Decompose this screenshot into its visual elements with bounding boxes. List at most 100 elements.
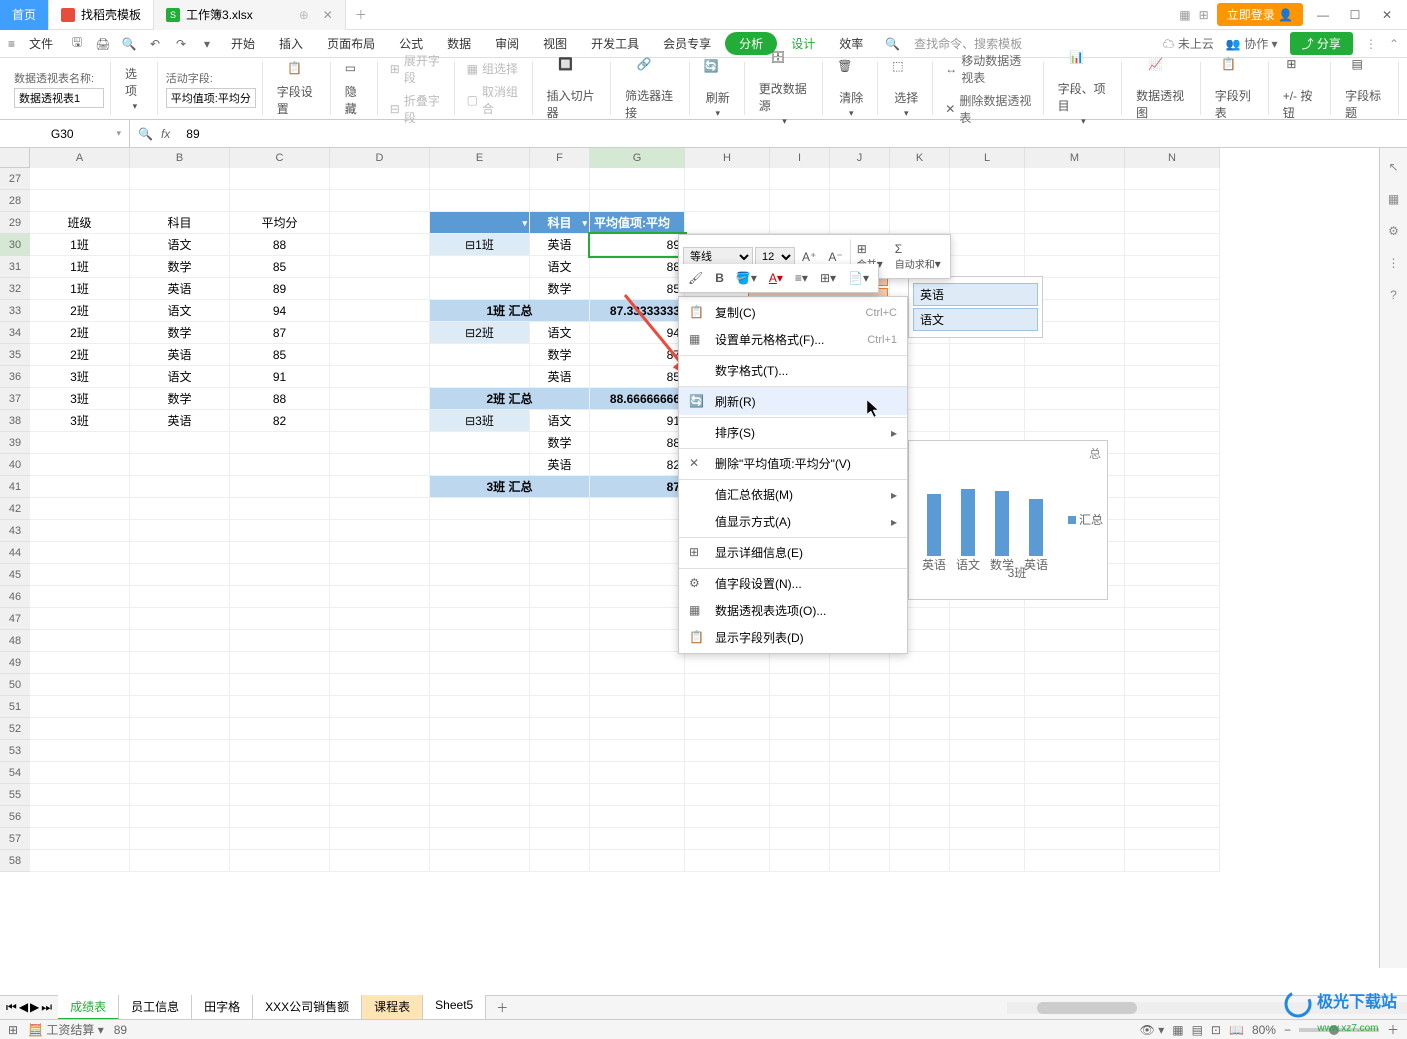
tab-member[interactable]: 会员专享 xyxy=(653,32,721,55)
row-header[interactable]: 41 xyxy=(0,476,30,498)
cell[interactable]: 88 xyxy=(230,388,330,410)
cell[interactable]: 88 xyxy=(230,234,330,256)
clear-button[interactable]: 🗑清除▾ xyxy=(831,57,871,121)
collapse-ribbon-icon[interactable]: ⌃ xyxy=(1389,37,1399,51)
cell[interactable]: 3班 xyxy=(30,410,130,432)
pivot-cell[interactable]: 平均值项:平均 xyxy=(590,212,685,234)
next-sheet-icon[interactable]: ▶ xyxy=(30,1000,39,1015)
row-header[interactable]: 55 xyxy=(0,784,30,806)
row-header[interactable]: 56 xyxy=(0,806,30,828)
ctx-item[interactable]: ⚙值字段设置(N)... xyxy=(679,568,907,597)
select-button[interactable]: ⬚选择▾ xyxy=(886,57,926,121)
pivot-cell[interactable]: 英语 xyxy=(530,366,590,388)
dropdown-icon[interactable]: ▾ xyxy=(116,128,121,139)
save-icon[interactable]: 🖫 xyxy=(67,34,87,54)
slicer-item[interactable]: 语文 xyxy=(913,308,1038,331)
pivot-cell[interactable]: 94 xyxy=(590,322,685,344)
row-header[interactable]: 53 xyxy=(0,740,30,762)
cell[interactable]: 数学 xyxy=(130,322,230,344)
maximize-button[interactable]: ☐ xyxy=(1343,8,1367,22)
first-sheet-icon[interactable]: ⏮ xyxy=(6,1000,17,1015)
sheet-tab[interactable]: 员工信息 xyxy=(119,995,192,1020)
ctx-item[interactable]: 值显示方式(A)▸ xyxy=(679,508,907,535)
cell[interactable]: 数学 xyxy=(130,388,230,410)
font-color-icon[interactable]: A▾ xyxy=(764,268,788,288)
pivot-cell[interactable]: 语文 xyxy=(530,256,590,278)
pivot-cell[interactable]: 数学 xyxy=(530,278,590,300)
file-menu[interactable]: 文件 xyxy=(19,32,63,55)
row-header[interactable]: 27 xyxy=(0,168,30,190)
change-source-button[interactable]: 🗄更改数据源▾ xyxy=(753,48,817,129)
pivot-cell[interactable]: 85 xyxy=(590,366,685,388)
cell[interactable]: 科目 xyxy=(130,212,230,234)
ctx-item[interactable]: ⊞显示详细信息(E) xyxy=(679,537,907,566)
row-header[interactable]: 52 xyxy=(0,718,30,740)
eye-icon[interactable]: 👁 ▾ xyxy=(1140,1023,1165,1037)
ctx-item[interactable]: 数字格式(T)... xyxy=(679,355,907,384)
col-header[interactable]: C xyxy=(230,148,330,168)
preview-icon[interactable]: 🔍 xyxy=(119,34,139,54)
filter-dropdown-icon[interactable]: ▾ xyxy=(582,212,587,234)
print-icon[interactable]: 🖨 xyxy=(93,34,113,54)
col-header[interactable]: H xyxy=(685,148,770,168)
formula-input[interactable]: 89 xyxy=(178,127,1407,141)
row-header[interactable]: 37 xyxy=(0,388,30,410)
slicer-button[interactable]: 🔲插入切片器 xyxy=(541,55,605,123)
properties-icon[interactable]: ⚙ xyxy=(1388,224,1399,238)
pivot-cell[interactable]: 88 xyxy=(590,256,685,278)
fx-icon[interactable]: fx xyxy=(161,127,170,141)
cell[interactable]: 2班 xyxy=(30,300,130,322)
cell[interactable]: 94 xyxy=(230,300,330,322)
field-settings-button[interactable]: 📋字段设置 xyxy=(271,59,324,119)
refresh-button[interactable]: 🔄刷新▾ xyxy=(698,57,738,121)
pivot-cell[interactable]: 88.66666666 xyxy=(590,388,685,410)
zoom-icon[interactable]: 🔍 xyxy=(138,127,153,141)
ctx-item[interactable]: 📋显示字段列表(D) xyxy=(679,624,907,651)
tab-start[interactable]: 开始 xyxy=(221,32,265,55)
tab-layout[interactable]: 页面布局 xyxy=(317,32,385,55)
redo-icon[interactable]: ↷ xyxy=(171,34,191,54)
tab-home[interactable]: 首页 xyxy=(0,0,49,30)
cell[interactable]: 85 xyxy=(230,344,330,366)
pivot-cell[interactable]: 英语 xyxy=(530,454,590,476)
add-sheet-button[interactable]: ＋ xyxy=(486,999,518,1016)
grid-layout-icon[interactable]: ▦ xyxy=(1179,8,1190,22)
name-box-input[interactable] xyxy=(8,127,116,141)
row-header[interactable]: 31 xyxy=(0,256,30,278)
cell[interactable]: 89 xyxy=(230,278,330,300)
row-header[interactable]: 34 xyxy=(0,322,30,344)
col-header[interactable]: B xyxy=(130,148,230,168)
align-icon[interactable]: ≡▾ xyxy=(790,268,813,288)
pane-icon[interactable]: ⊞ xyxy=(8,1023,18,1037)
col-header[interactable]: K xyxy=(890,148,950,168)
sheet-tab[interactable]: XXX公司销售额 xyxy=(253,995,362,1020)
row-header[interactable]: 57 xyxy=(0,828,30,850)
sheet-tab[interactable]: Sheet5 xyxy=(423,995,486,1020)
view-page-icon[interactable]: ▤ xyxy=(1192,1023,1203,1037)
pivot-cell[interactable]: 英语 xyxy=(530,234,590,256)
insert-icon[interactable]: 📄▾ xyxy=(843,268,874,288)
add-tab-button[interactable]: ＋ xyxy=(346,6,376,23)
hide-button[interactable]: ▭隐藏 xyxy=(339,59,371,119)
row-header[interactable]: 58 xyxy=(0,850,30,872)
cell[interactable]: 91 xyxy=(230,366,330,388)
help-icon[interactable]: ? xyxy=(1390,288,1397,302)
row-header[interactable]: 47 xyxy=(0,608,30,630)
cell[interactable]: 班级 xyxy=(30,212,130,234)
col-header[interactable]: E xyxy=(430,148,530,168)
view-break-icon[interactable]: ⊡ xyxy=(1211,1023,1221,1037)
field-headers-button[interactable]: ▤字段标题 xyxy=(1339,55,1392,123)
pivot-cell[interactable]: 科目▾ xyxy=(530,212,590,234)
row-header[interactable]: 40 xyxy=(0,454,30,476)
col-header[interactable]: J xyxy=(830,148,890,168)
col-header[interactable]: D xyxy=(330,148,430,168)
border-icon[interactable]: ⊞▾ xyxy=(815,268,841,288)
cloud-button[interactable]: ☁ 未上云 xyxy=(1163,35,1214,52)
close-button[interactable]: ✕ xyxy=(1375,8,1399,22)
fields-items-button[interactable]: 📊字段、项目▾ xyxy=(1052,48,1116,129)
reading-icon[interactable]: 📖 xyxy=(1229,1023,1244,1037)
format-painter-icon[interactable]: 🖌 xyxy=(683,268,708,288)
filter-conn-button[interactable]: 🔗筛选器连接 xyxy=(619,55,683,123)
tab-workbook[interactable]: S 工作簿3.xlsx ⊕ ✕ xyxy=(154,0,346,30)
row-header[interactable]: 49 xyxy=(0,652,30,674)
